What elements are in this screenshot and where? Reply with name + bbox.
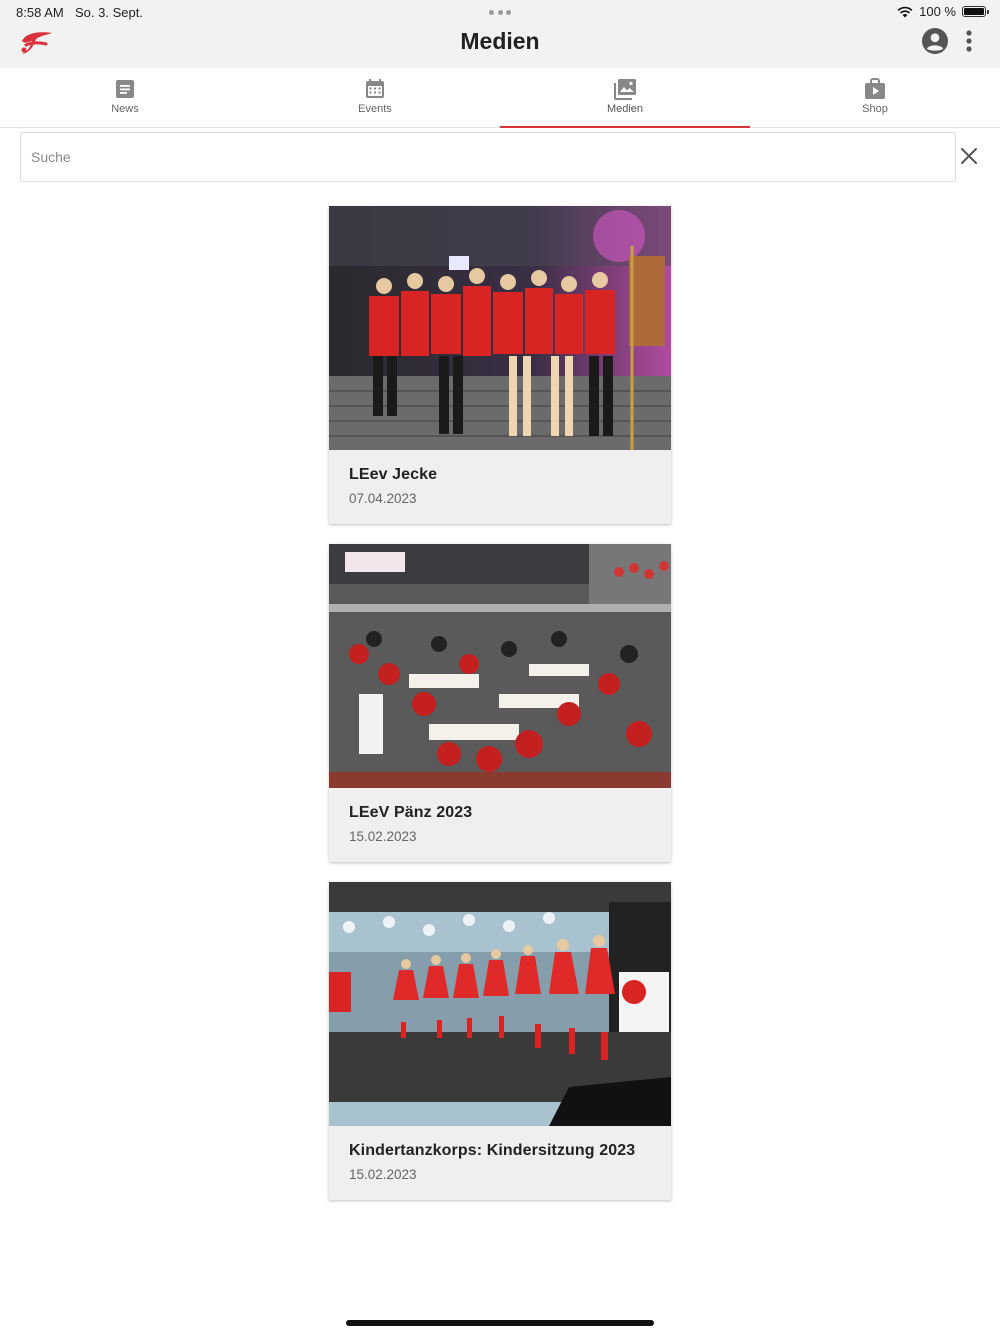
tab-shop[interactable]: Shop <box>750 68 1000 127</box>
search-input[interactable] <box>21 133 955 181</box>
media-thumbnail <box>329 544 671 788</box>
battery-icon <box>962 6 989 17</box>
tab-news-indicator <box>0 126 250 128</box>
wifi-icon <box>897 6 913 17</box>
tab-events-label: Events <box>358 103 392 115</box>
media-date: 15.02.2023 <box>349 1167 417 1182</box>
media-thumbnail <box>329 882 671 1126</box>
status-time: 8:58 AM <box>16 5 64 20</box>
home-indicator[interactable] <box>346 1320 654 1326</box>
tab-shop-label: Shop <box>862 103 888 115</box>
media-date: 07.04.2023 <box>349 491 417 506</box>
shop-bag-icon <box>865 78 885 99</box>
status-date: So. 3. Sept. <box>75 5 143 20</box>
account-circle-icon[interactable] <box>922 28 948 54</box>
calendar-icon <box>366 79 384 98</box>
media-thumbnail <box>329 206 671 450</box>
app-header: Medien <box>0 24 1000 68</box>
photo-library-icon <box>614 79 636 100</box>
media-title: LEev Jecke <box>349 466 438 483</box>
tab-news[interactable]: News <box>0 68 250 127</box>
search-box <box>20 132 956 182</box>
tab-events[interactable]: Events <box>250 68 500 127</box>
close-icon[interactable] <box>957 144 981 168</box>
media-title: Kindertanzkorps: Kindersitzung 2023 <box>349 1142 636 1159</box>
media-card[interactable]: Kindertanzkorps: Kindersitzung 2023 15.0… <box>329 882 671 1200</box>
media-date: 15.02.2023 <box>349 829 417 844</box>
article-icon <box>116 80 134 98</box>
multitasking-dots-icon[interactable] <box>489 10 511 15</box>
tab-news-label: News <box>111 103 139 115</box>
media-title: LEeV Pänz 2023 <box>349 804 473 821</box>
media-card[interactable]: LEeV Pänz 2023 15.02.2023 <box>329 544 671 862</box>
status-bar: 8:58 AM So. 3. Sept. 100 % <box>0 0 1000 24</box>
tab-events-indicator <box>250 126 500 128</box>
tab-medien-label: Medien <box>606 103 644 115</box>
page-title: Medien <box>460 28 540 54</box>
battery-percent: 100 % <box>919 4 956 19</box>
tab-shop-indicator <box>750 126 1000 128</box>
more-vert-icon[interactable] <box>960 28 978 54</box>
tab-bar: News Events Medien Shop <box>0 68 1000 128</box>
media-card[interactable]: LEev Jecke 07.04.2023 <box>329 206 671 524</box>
tab-medien-indicator <box>500 126 750 128</box>
status-indicators: 100 % <box>897 4 989 19</box>
tab-medien[interactable]: Medien <box>500 68 750 128</box>
